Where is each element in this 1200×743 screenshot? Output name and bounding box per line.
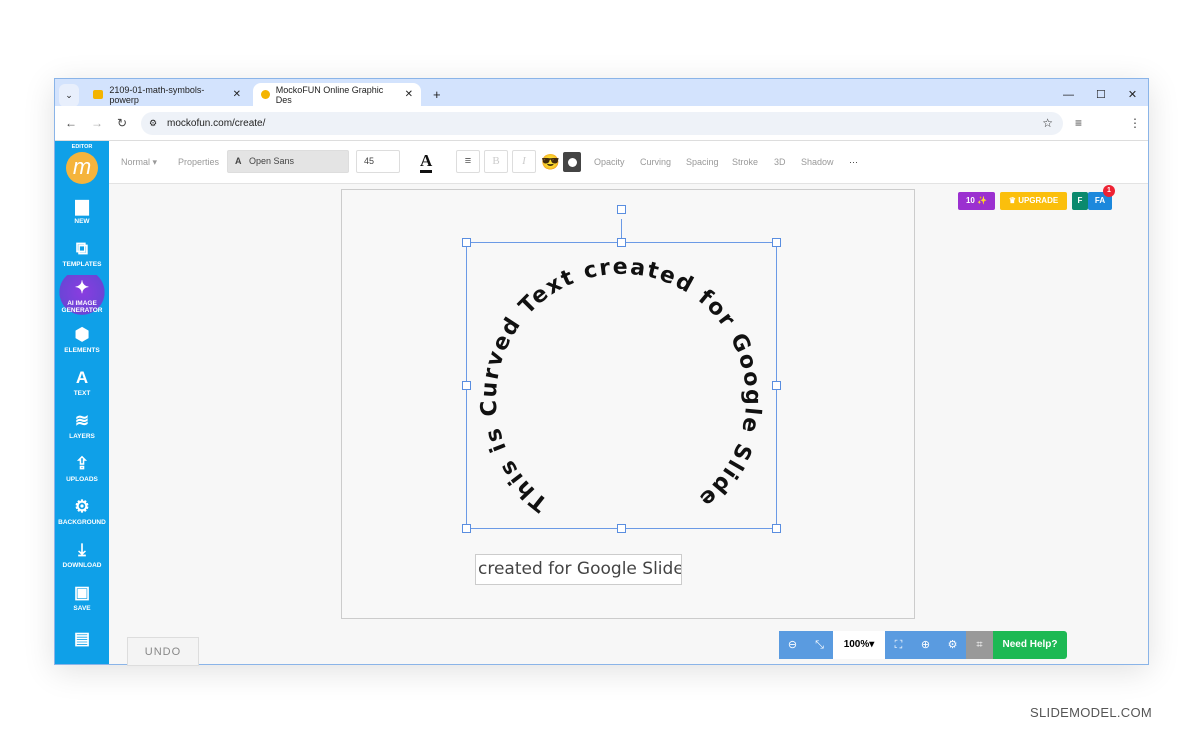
resize-handle[interactable]	[772, 524, 781, 533]
resize-handle[interactable]	[462, 524, 471, 533]
resize-handle[interactable]	[772, 381, 781, 390]
resize-handle[interactable]	[617, 524, 626, 533]
fullscreen-icon[interactable]: ⛶	[885, 631, 912, 659]
undo-button[interactable]: UNDO	[127, 637, 199, 666]
upgrade-button[interactable]: ♛ UPGRADE	[1000, 192, 1067, 210]
settings-icon[interactable]: ⚙	[939, 631, 966, 659]
resize-handle[interactable]	[462, 238, 471, 247]
watermark: SLIDEMODEL.COM	[1030, 705, 1152, 720]
user-f-badge[interactable]: F	[1072, 192, 1088, 210]
zoom-in-icon[interactable]: ⊕	[912, 631, 939, 659]
browser-window: ⌄ 2109-01-math-symbols-powerp ✕ MockoFUN …	[54, 78, 1149, 666]
resize-handle[interactable]	[772, 238, 781, 247]
notification-count[interactable]: 1	[1103, 185, 1115, 197]
zoom-controls: ⊖ ⤡ 100%▾ ⛶ ⊕ ⚙ ⌗ Need Help?	[779, 631, 1067, 659]
zoom-out-icon[interactable]: ⊖	[779, 631, 806, 659]
need-help-button[interactable]: Need Help?	[993, 631, 1067, 659]
crop-icon[interactable]: ⌗	[966, 631, 993, 659]
resize-handle[interactable]	[617, 238, 626, 247]
curved-text[interactable]: This is Curved Text created for Google S…	[55, 79, 765, 516]
credits-badge[interactable]: 10 ✨	[958, 192, 995, 210]
text-edit-input[interactable]: created for Google Slides	[475, 554, 682, 585]
zoom-level-dropdown[interactable]: 100%▾	[833, 631, 885, 659]
resize-handle[interactable]	[617, 205, 626, 214]
resize-handle[interactable]	[462, 381, 471, 390]
fit-icon[interactable]: ⤡	[806, 631, 833, 659]
